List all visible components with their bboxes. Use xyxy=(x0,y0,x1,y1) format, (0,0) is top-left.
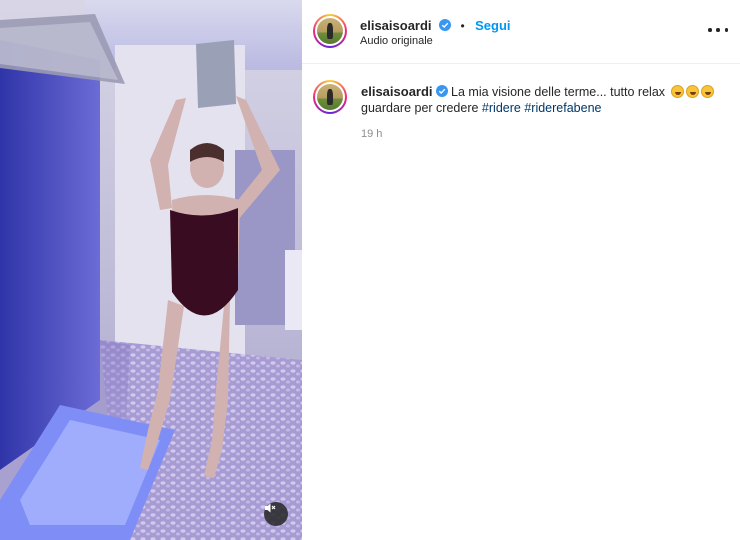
caption-avatar[interactable] xyxy=(313,80,347,114)
caption-username[interactable]: elisaisoardi xyxy=(361,84,433,99)
audio-muted-icon xyxy=(265,503,276,513)
mute-button[interactable] xyxy=(264,502,288,526)
post-timestamp[interactable]: 19 h xyxy=(361,128,382,140)
verified-badge-icon xyxy=(439,19,451,31)
post-header: elisaisoardi • Segui Audio originale xyxy=(302,0,740,64)
hashtag-link[interactable]: #riderefabene xyxy=(524,101,601,115)
author-username[interactable]: elisaisoardi xyxy=(360,18,432,33)
hashtag-link[interactable]: #ridere xyxy=(482,101,521,115)
author-avatar[interactable] xyxy=(313,14,347,48)
follow-button[interactable]: Segui xyxy=(475,18,510,33)
post-video[interactable] xyxy=(0,0,302,540)
rofl-emoji-icon xyxy=(685,85,699,98)
author-line: elisaisoardi • Segui xyxy=(360,17,511,35)
more-options-icon[interactable] xyxy=(708,22,728,38)
verified-badge-icon xyxy=(435,85,448,97)
audio-link[interactable]: Audio originale xyxy=(360,35,433,47)
separator-dot: • xyxy=(460,19,465,33)
rofl-emoji-icon xyxy=(700,85,714,98)
video-frame xyxy=(0,0,302,540)
caption-text: elisaisoardi La mia visione delle terme.… xyxy=(361,84,731,116)
post-details-panel: elisaisoardi • Segui Audio originale eli… xyxy=(302,0,740,540)
caption-line-2: guardare per credere xyxy=(361,101,479,115)
rofl-emoji-icon xyxy=(670,85,684,98)
caption-body: La mia visione delle terme... tutto rela… xyxy=(451,85,666,99)
